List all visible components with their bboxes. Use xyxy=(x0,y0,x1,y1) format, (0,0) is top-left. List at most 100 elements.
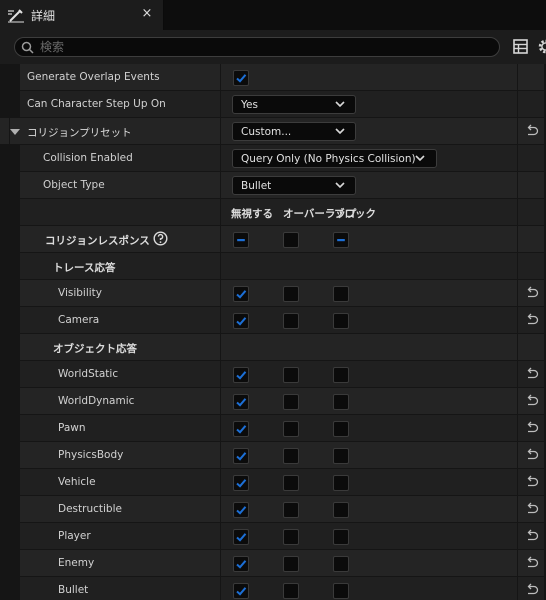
block-checkbox[interactable] xyxy=(333,286,349,302)
block-checkbox[interactable] xyxy=(333,421,349,437)
property-row-collision-presets: コリジョンプリセット Custom... xyxy=(0,118,546,145)
reset-arrow-icon[interactable] xyxy=(525,394,539,408)
section-label: オブジェクト応答 xyxy=(53,343,137,355)
channel-label: Destructible xyxy=(58,503,122,515)
overlap-checkbox[interactable] xyxy=(283,421,299,437)
property-row-collision-responses: コリジョンレスポンス xyxy=(0,226,546,253)
generate-overlap-events-checkbox[interactable] xyxy=(233,70,249,86)
block-checkbox[interactable] xyxy=(333,529,349,545)
ignore-checkbox[interactable] xyxy=(233,475,249,491)
ignore-checkbox[interactable] xyxy=(233,367,249,383)
object-row-bullet: Bullet xyxy=(0,577,546,600)
reset-arrow-icon[interactable] xyxy=(525,529,539,543)
close-icon[interactable]: × xyxy=(140,6,154,22)
property-label: Can Character Step Up On xyxy=(27,98,166,110)
overlap-checkbox[interactable] xyxy=(283,448,299,464)
block-checkbox[interactable] xyxy=(333,556,349,572)
property-row-object-type: Object Type Bullet xyxy=(0,172,546,199)
section-row-trace-responses: トレース応答 xyxy=(0,253,546,280)
collision-response-overlap-checkbox[interactable] xyxy=(283,232,299,248)
block-checkbox[interactable] xyxy=(333,583,349,599)
gear-icon[interactable] xyxy=(537,38,546,55)
property-label: Object Type xyxy=(43,179,105,191)
overlap-checkbox[interactable] xyxy=(283,367,299,383)
channel-label: Vehicle xyxy=(58,476,96,488)
channel-label: WorldStatic xyxy=(58,368,119,380)
section-row-object-responses: オブジェクト応答 xyxy=(0,334,546,361)
object-row-player: Player xyxy=(0,523,546,550)
object-row-vehicle: Vehicle xyxy=(0,469,546,496)
dropdown-value: Custom... xyxy=(241,126,292,138)
collision-enabled-dropdown[interactable]: Query Only (No Physics Collision) xyxy=(232,149,437,168)
ignore-checkbox[interactable] xyxy=(233,583,249,599)
object-type-dropdown[interactable]: Bullet xyxy=(232,176,356,195)
overlap-checkbox[interactable] xyxy=(283,556,299,572)
property-label: Collision Enabled xyxy=(43,152,133,164)
overlap-checkbox[interactable] xyxy=(283,286,299,302)
indent-guide xyxy=(19,145,20,600)
property-row-can-character-step-up-on: Can Character Step Up On Yes xyxy=(0,91,546,118)
reset-arrow-icon[interactable] xyxy=(525,448,539,462)
ignore-checkbox[interactable] xyxy=(233,556,249,572)
tab-details[interactable]: 詳細 × xyxy=(0,0,164,30)
reset-arrow-icon[interactable] xyxy=(525,421,539,435)
block-checkbox[interactable] xyxy=(333,502,349,518)
overlap-checkbox[interactable] xyxy=(283,313,299,329)
reset-arrow-icon[interactable] xyxy=(525,124,539,138)
property-row-collision-enabled: Collision Enabled Query Only (No Physics… xyxy=(0,145,546,172)
reset-arrow-icon[interactable] xyxy=(525,313,539,327)
channel-label: Camera xyxy=(58,314,100,326)
dropdown-value: Query Only (No Physics Collision) xyxy=(241,153,416,165)
reset-arrow-icon[interactable] xyxy=(525,556,539,570)
dropdown-value: Bullet xyxy=(241,180,272,192)
channel-label: Player xyxy=(58,530,91,542)
search-field[interactable] xyxy=(14,37,500,57)
indent-guide xyxy=(9,64,10,600)
channel-label: WorldDynamic xyxy=(58,395,135,407)
ignore-checkbox[interactable] xyxy=(233,421,249,437)
search-input[interactable] xyxy=(40,39,480,55)
reset-arrow-icon[interactable] xyxy=(525,286,539,300)
reset-arrow-icon[interactable] xyxy=(525,475,539,489)
channel-label: PhysicsBody xyxy=(58,449,124,461)
expand-arrow-icon[interactable] xyxy=(10,129,20,135)
object-row-worldstatic: WorldStatic xyxy=(0,361,546,388)
reset-arrow-icon[interactable] xyxy=(525,583,539,597)
ignore-checkbox[interactable] xyxy=(233,448,249,464)
block-checkbox[interactable] xyxy=(333,475,349,491)
overlap-checkbox[interactable] xyxy=(283,475,299,491)
search-icon xyxy=(21,41,34,54)
property-label: Generate Overlap Events xyxy=(27,71,160,83)
reset-arrow-icon[interactable] xyxy=(525,502,539,516)
ignore-checkbox[interactable] xyxy=(233,529,249,545)
help-icon[interactable] xyxy=(153,231,168,246)
overlap-checkbox[interactable] xyxy=(283,394,299,410)
collision-response-ignore-checkbox[interactable] xyxy=(233,232,249,248)
chevron-down-icon xyxy=(335,128,345,135)
ignore-checkbox[interactable] xyxy=(233,313,249,329)
block-checkbox[interactable] xyxy=(333,448,349,464)
ignore-checkbox[interactable] xyxy=(233,394,249,410)
details-panel: Generate Overlap Events Can Character St… xyxy=(0,64,546,600)
overlap-checkbox[interactable] xyxy=(283,502,299,518)
ignore-checkbox[interactable] xyxy=(233,502,249,518)
collision-presets-dropdown[interactable]: Custom... xyxy=(232,122,356,141)
block-checkbox[interactable] xyxy=(333,394,349,410)
section-label: トレース応答 xyxy=(53,262,116,274)
object-row-destructible: Destructible xyxy=(0,496,546,523)
reset-arrow-icon[interactable] xyxy=(525,367,539,381)
overlap-checkbox[interactable] xyxy=(283,583,299,599)
ignore-checkbox[interactable] xyxy=(233,286,249,302)
table-view-icon[interactable] xyxy=(513,39,528,54)
column-header-ignore: 無視する xyxy=(231,208,273,220)
collision-response-block-checkbox[interactable] xyxy=(333,232,349,248)
object-row-physicsbody: PhysicsBody xyxy=(0,442,546,469)
response-column-header-row: 無視する オーバーラップ ブロック xyxy=(0,199,546,226)
property-row-generate-overlap-events: Generate Overlap Events xyxy=(0,64,546,91)
block-checkbox[interactable] xyxy=(333,367,349,383)
section-label: コリジョンレスポンス xyxy=(45,235,150,247)
step-up-on-dropdown[interactable]: Yes xyxy=(232,95,356,114)
block-checkbox[interactable] xyxy=(333,313,349,329)
channel-label: Pawn xyxy=(58,422,86,434)
overlap-checkbox[interactable] xyxy=(283,529,299,545)
